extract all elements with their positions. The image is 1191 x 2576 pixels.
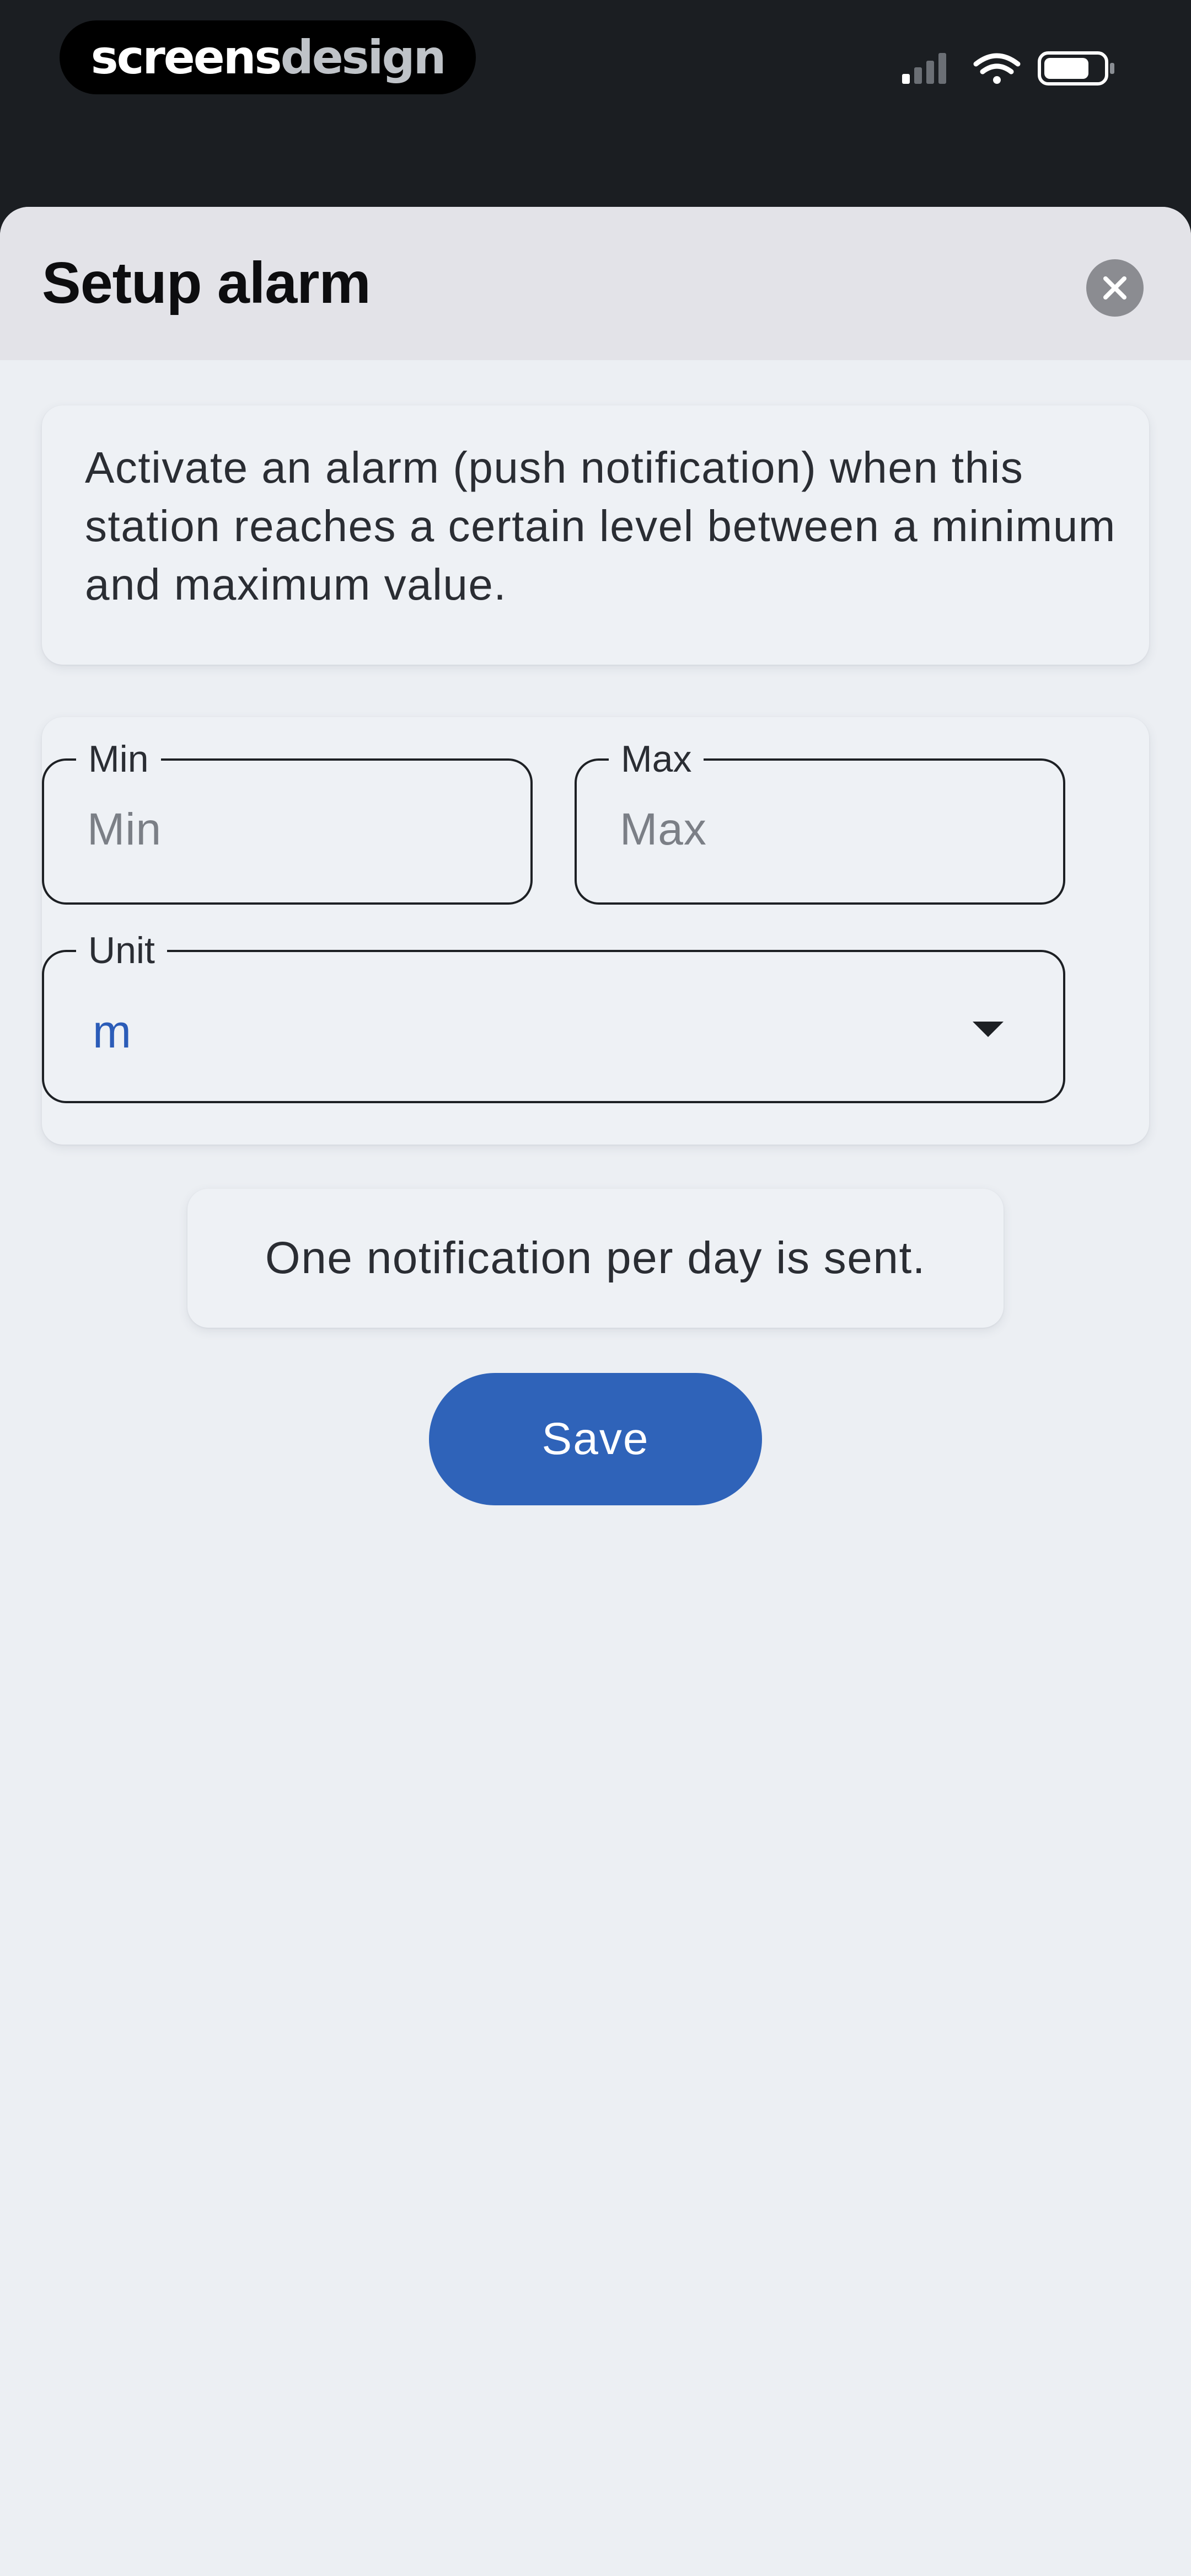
min-field[interactable]: Min Min	[42, 734, 533, 905]
alarm-description: Activate an alarm (push notification) wh…	[85, 443, 1116, 609]
close-button[interactable]	[1086, 259, 1144, 317]
min-label: Min	[76, 734, 161, 784]
brand-logo-part-2: design	[280, 30, 447, 84]
cellular-signal-icon	[902, 53, 946, 84]
max-field[interactable]: Max Max	[575, 734, 1065, 905]
brand-logo-part-1: screens	[90, 30, 282, 84]
unit-label: Unit	[76, 926, 167, 975]
description-card: Activate an alarm (push notification) wh…	[42, 405, 1149, 665]
unit-select[interactable]: Unit m	[42, 926, 1065, 1103]
status-bar: screens design	[0, 0, 1191, 207]
status-icons	[902, 51, 1114, 85]
setup-alarm-sheet: Setup alarm Activate an alarm (push noti…	[0, 207, 1191, 2576]
sheet-header: Setup alarm	[0, 207, 1191, 360]
max-input-placeholder: Max	[620, 804, 707, 854]
dropdown-caret-icon	[973, 1022, 1004, 1037]
wifi-icon	[973, 53, 1021, 84]
save-button[interactable]: Save	[429, 1373, 762, 1505]
sheet-title: Setup alarm	[42, 250, 371, 316]
close-icon	[1103, 276, 1126, 300]
unit-selected-value: m	[93, 1006, 131, 1057]
max-label: Max	[609, 734, 704, 784]
battery-icon	[1038, 51, 1114, 85]
brand-logo: screens design	[60, 20, 476, 94]
notification-note: One notification per day is sent.	[265, 1233, 926, 1283]
notification-note-card: One notification per day is sent.	[187, 1189, 1004, 1328]
min-input-placeholder: Min	[87, 804, 162, 854]
